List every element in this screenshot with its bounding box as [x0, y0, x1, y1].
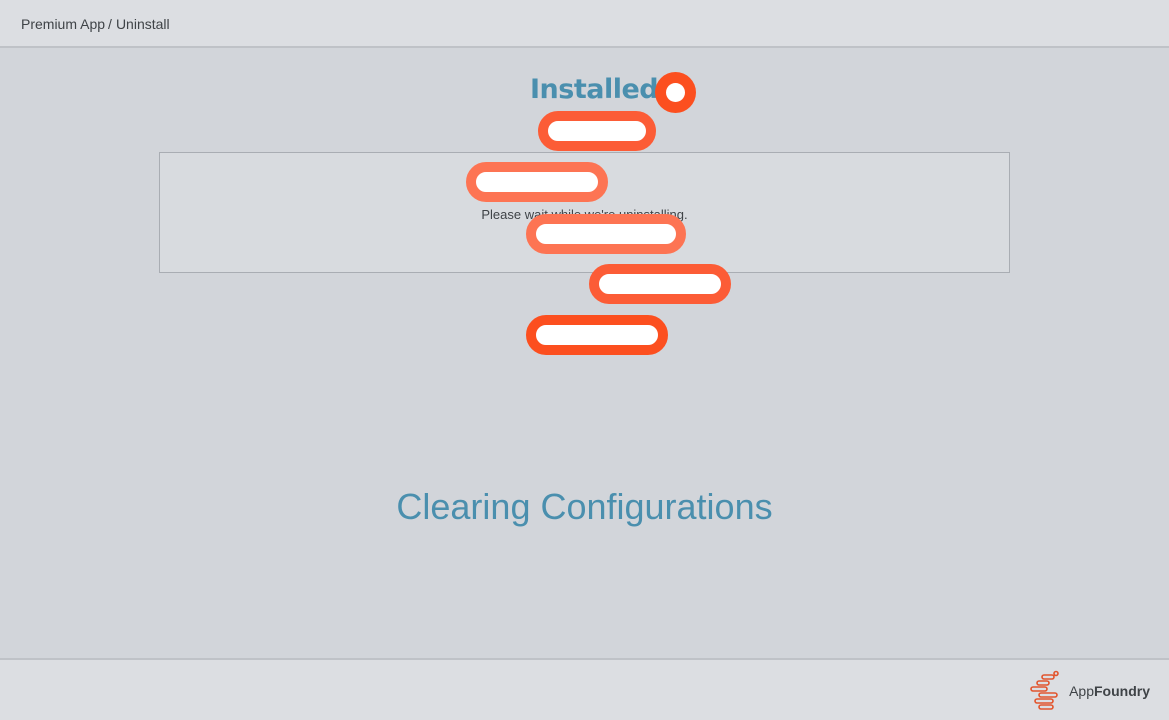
loader-pill-1 [538, 111, 656, 151]
breadcrumb-parent-link[interactable]: Premium App [21, 16, 105, 32]
brand-name: AppFoundry [1069, 683, 1150, 699]
installed-heading: Installed [530, 74, 659, 105]
appfoundry-logo-icon [1030, 670, 1059, 710]
breadcrumb-separator: / [108, 16, 112, 32]
footer-bar: AppFoundry [0, 658, 1169, 720]
loader-ring-icon [655, 72, 696, 113]
loader-pill-3 [526, 214, 686, 254]
loader-pill-2 [466, 162, 608, 202]
loader-pill-4 [589, 264, 731, 304]
top-bar: Premium App / Uninstall [0, 0, 1169, 48]
brand-logo: AppFoundry [1029, 670, 1150, 712]
loader-pill-5 [526, 315, 668, 355]
brand-name-bold: Foundry [1094, 683, 1150, 699]
current-step-label: Clearing Configurations [396, 486, 773, 527]
uninstall-panel: Installed Please wait while we're uninst… [0, 48, 1169, 658]
brand-name-light: App [1069, 683, 1094, 699]
breadcrumb: Premium App / Uninstall [21, 16, 170, 32]
breadcrumb-current: Uninstall [115, 16, 170, 32]
